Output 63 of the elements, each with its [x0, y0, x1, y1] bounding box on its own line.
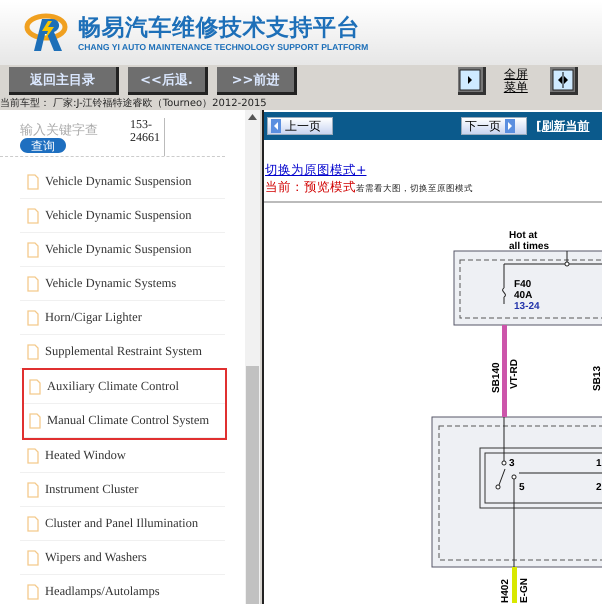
diagram-label: H402 [500, 579, 511, 603]
sidebar-item[interactable]: Horn/Cigar Lighter [20, 301, 225, 335]
scrollbar[interactable] [245, 110, 260, 604]
diagram-label: VT-RD [509, 359, 520, 389]
diagram-label: SB140 [491, 362, 502, 393]
diagram-label: 3 [509, 458, 515, 469]
document-icon [27, 482, 39, 498]
mode-status: 当前：预览模式 [265, 179, 356, 196]
document-icon [27, 550, 39, 566]
left-arrow-icon [271, 119, 281, 133]
mode-hint: 若需看大图，切换至原图模式 [356, 183, 473, 195]
diagram-label: all times [509, 241, 550, 252]
diagram-label: 40A [514, 290, 532, 301]
diagram-label: 5 [519, 482, 525, 493]
search-button[interactable]: 查询 [20, 138, 66, 153]
refresh-link[interactable]: [刷新当前 [536, 118, 590, 134]
document-icon [27, 584, 39, 600]
document-icon [27, 208, 39, 224]
diagram-label: SB13 [592, 366, 602, 391]
diagram-label: 1 [596, 458, 602, 469]
nav-button[interactable]: <<后退. [128, 67, 208, 95]
site-subtitle: CHANG YI AUTO MAINTENANCE TECHNOLOGY SUPPORT PLATFORM [78, 42, 368, 52]
logo-icon [24, 12, 68, 52]
car-model-text: 当前车型： 厂家:J-江铃福特途睿欧（Tourneo）2012-2015 [0, 97, 602, 110]
document-icon [27, 344, 39, 360]
document-icon [27, 174, 39, 190]
sidebar-item[interactable]: Supplemental Restraint System [20, 335, 225, 369]
sidebar-item[interactable]: Manual Climate Control System [24, 404, 225, 438]
document-icon [29, 412, 41, 428]
collapse-button[interactable] [550, 67, 578, 95]
diagram-label: F40 [514, 279, 532, 290]
scroll-up-icon [248, 114, 257, 120]
sidebar-item[interactable]: Wipers and Washers [20, 541, 225, 575]
sidebar-item[interactable]: Heated Window [20, 439, 225, 473]
diagram-label: 13-24 [514, 301, 540, 312]
document-icon [27, 516, 39, 532]
sidebar-item[interactable]: Vehicle Dynamic Suspension [20, 199, 225, 233]
mode-switch-link[interactable]: 切换为原图模式+ [265, 162, 602, 179]
fullscreen-menu-link[interactable]: 全屏菜单 [502, 68, 529, 94]
nav-button[interactable]: >>前进 [217, 67, 297, 95]
sidebar-item[interactable]: Auxiliary Climate Control [24, 370, 225, 404]
sidebar-item[interactable]: Vehicle Dynamic Systems [20, 267, 225, 301]
document-icon [29, 378, 41, 394]
nav-button[interactable]: 返回主目录 [9, 67, 119, 95]
document-icon [27, 276, 39, 292]
expand-button[interactable] [458, 67, 486, 95]
sidebar-item[interactable]: Vehicle Dynamic Suspension [20, 233, 225, 267]
document-icon [27, 448, 39, 464]
diagram-label: E-GN [519, 578, 530, 603]
previous-page-button[interactable]: 上一页 [267, 117, 333, 135]
site-title: 畅易汽车维修技术支持平台 [78, 14, 361, 42]
document-icon [27, 242, 39, 258]
diagram-label: 2 [596, 482, 602, 493]
sidebar-item[interactable]: Headlamps/Autolamps [20, 575, 225, 604]
diagram-label: Hot at [509, 230, 538, 241]
next-page-button[interactable]: 下一页 [461, 117, 527, 135]
part-code: 153-24661 [130, 118, 165, 156]
sidebar-item[interactable]: Cluster and Panel Illumination [20, 507, 225, 541]
document-icon [27, 310, 39, 326]
sidebar-item[interactable]: Instrument Cluster [20, 473, 225, 507]
sidebar-item[interactable]: Vehicle Dynamic Suspension [20, 165, 225, 199]
right-arrow-icon [505, 119, 515, 133]
scroll-thumb[interactable] [246, 366, 259, 604]
